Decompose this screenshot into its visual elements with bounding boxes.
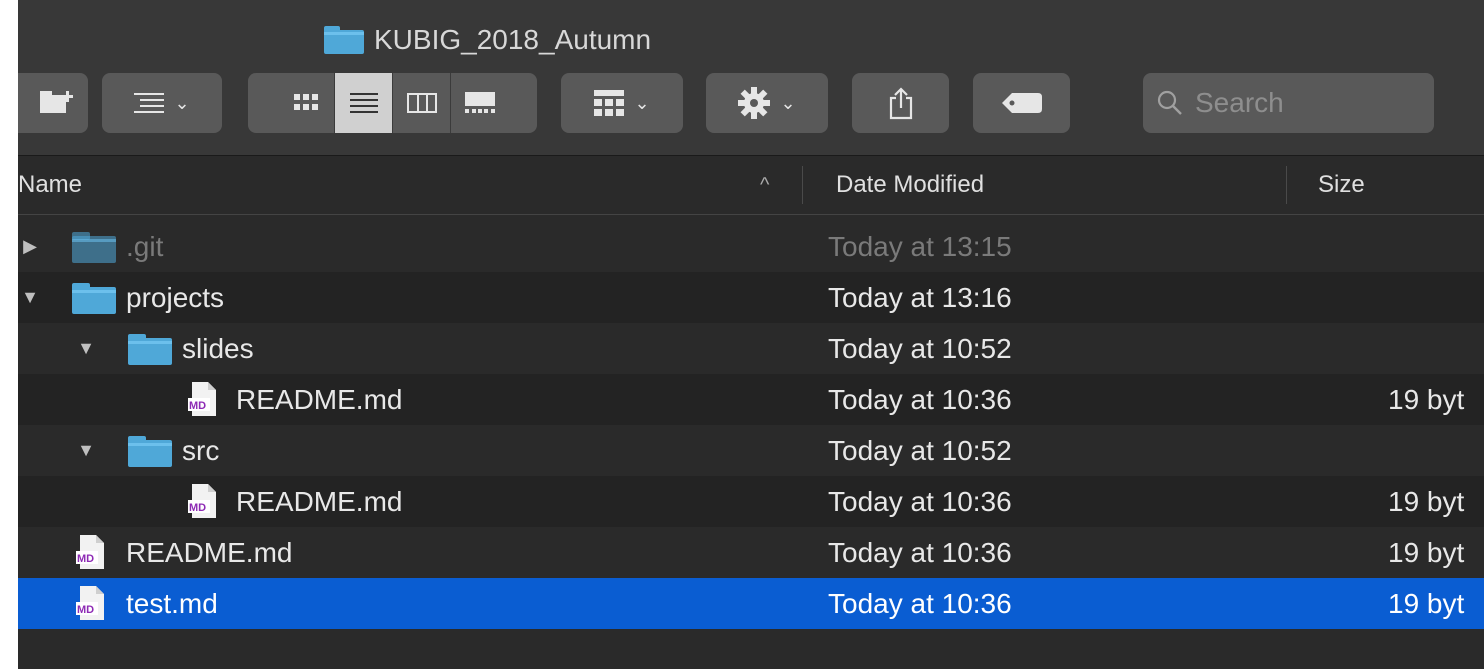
date-modified: Today at 10:36 <box>828 536 1012 568</box>
window-title-text: KUBIG_2018_Autumn <box>374 24 652 55</box>
list-options-icon <box>134 93 165 113</box>
disclosure-expanded-icon[interactable]: ▼ <box>20 287 40 307</box>
markdown-file-icon: MD <box>76 535 104 569</box>
new-folder-button[interactable] <box>18 73 88 133</box>
file-name: src <box>182 434 220 466</box>
icon-view-button[interactable] <box>277 73 335 133</box>
list-view-button[interactable] <box>335 73 393 133</box>
svg-text:MD: MD <box>77 553 94 565</box>
file-size: 19 byt <box>1388 536 1465 568</box>
share-button[interactable] <box>852 73 949 133</box>
size-column-header[interactable]: Size <box>1318 156 1365 214</box>
file-row[interactable]: MD README.md Today at 10:36 19 byt <box>18 476 1484 527</box>
file-name: slides <box>182 332 254 364</box>
folder-icon <box>128 334 172 365</box>
svg-text:MD: MD <box>77 604 94 616</box>
folder-icon <box>72 283 116 314</box>
gear-icon <box>738 87 771 119</box>
search-placeholder: Search <box>1195 87 1284 118</box>
file-size: 19 byt <box>1388 485 1465 517</box>
action-button[interactable]: ⌄ <box>706 73 828 133</box>
tag-icon <box>1001 93 1042 113</box>
date-column-label: Date Modified <box>836 171 985 198</box>
toolbar: KUBIG_2018_Autumn ⌄ ⌄ ⌄ Search <box>18 0 1484 156</box>
column-view-button[interactable] <box>393 73 451 133</box>
date-modified: Today at 13:16 <box>828 281 1012 313</box>
column-divider[interactable] <box>1286 166 1287 204</box>
file-name: test.md <box>126 587 218 619</box>
search-icon <box>1157 90 1182 115</box>
list-view-icon <box>349 93 378 113</box>
view-mode-segmented[interactable] <box>248 73 537 133</box>
file-name: .git <box>126 230 164 262</box>
folder-row[interactable]: ▼ projects Today at 13:16 <box>18 272 1484 323</box>
file-row[interactable]: MD README.md Today at 10:36 19 byt <box>18 527 1484 578</box>
folder-icon <box>324 26 364 54</box>
disclosure-collapsed-icon[interactable]: ▶ <box>20 236 40 256</box>
name-column-label: Name <box>18 171 83 198</box>
file-name: README.md <box>126 536 293 568</box>
date-column-header[interactable]: Date Modified <box>836 156 984 214</box>
folder-row[interactable]: ▶ .git Today at 13:15 <box>18 221 1484 272</box>
file-row[interactable]: MD test.md Today at 10:36 19 byt <box>18 578 1484 629</box>
file-name: README.md <box>236 383 403 415</box>
window-title: KUBIG_2018_Autumn <box>324 20 651 60</box>
gallery-view-icon <box>464 92 495 113</box>
share-icon <box>889 87 912 120</box>
chevron-down-icon: ⌄ <box>634 92 650 113</box>
markdown-file-icon: MD <box>188 382 216 416</box>
gallery-view-button[interactable] <box>451 73 508 133</box>
date-modified: Today at 10:36 <box>828 587 1012 619</box>
chevron-down-icon: ⌄ <box>174 92 190 113</box>
date-modified: Today at 13:15 <box>828 230 1012 262</box>
group-icon <box>594 90 625 116</box>
tag-button[interactable] <box>973 73 1070 133</box>
chevron-down-icon: ⌄ <box>780 92 796 113</box>
column-divider[interactable] <box>802 166 803 204</box>
date-modified: Today at 10:52 <box>828 332 1012 364</box>
folder-icon <box>128 436 172 467</box>
file-name: projects <box>126 281 225 313</box>
disclosure-expanded-icon[interactable]: ▼ <box>76 338 96 358</box>
search-input[interactable]: Search <box>1143 73 1434 133</box>
column-view-icon <box>406 93 437 113</box>
name-column-header[interactable]: Name <box>18 156 798 214</box>
date-modified: Today at 10:36 <box>828 485 1012 517</box>
file-name: README.md <box>236 485 403 517</box>
folder-icon <box>72 232 116 263</box>
markdown-file-icon: MD <box>188 484 216 518</box>
date-modified: Today at 10:52 <box>828 434 1012 466</box>
new-folder-icon <box>40 91 73 113</box>
group-button[interactable]: ⌄ <box>561 73 683 133</box>
markdown-file-icon: MD <box>76 586 104 620</box>
file-row[interactable]: MD README.md Today at 10:36 19 byt <box>18 374 1484 425</box>
folder-row[interactable]: ▼ slides Today at 10:52 <box>18 323 1484 374</box>
folder-row[interactable]: ▼ src Today at 10:52 <box>18 425 1484 476</box>
date-modified: Today at 10:36 <box>828 383 1012 415</box>
file-size: 19 byt <box>1388 383 1465 415</box>
size-column-label: Size <box>1318 171 1365 198</box>
icon-view-icon <box>293 94 318 110</box>
list-options-button[interactable]: ⌄ <box>102 73 222 133</box>
file-size: 19 byt <box>1388 587 1465 619</box>
column-header: Name ^ Date Modified Size <box>18 156 1484 215</box>
svg-text:MD: MD <box>189 400 206 412</box>
disclosure-expanded-icon[interactable]: ▼ <box>76 440 96 460</box>
finder-window: KUBIG_2018_Autumn ⌄ ⌄ ⌄ Search Name ^ Da… <box>18 0 1484 669</box>
sort-ascending-icon: ^ <box>760 173 770 196</box>
svg-text:MD: MD <box>189 502 206 514</box>
